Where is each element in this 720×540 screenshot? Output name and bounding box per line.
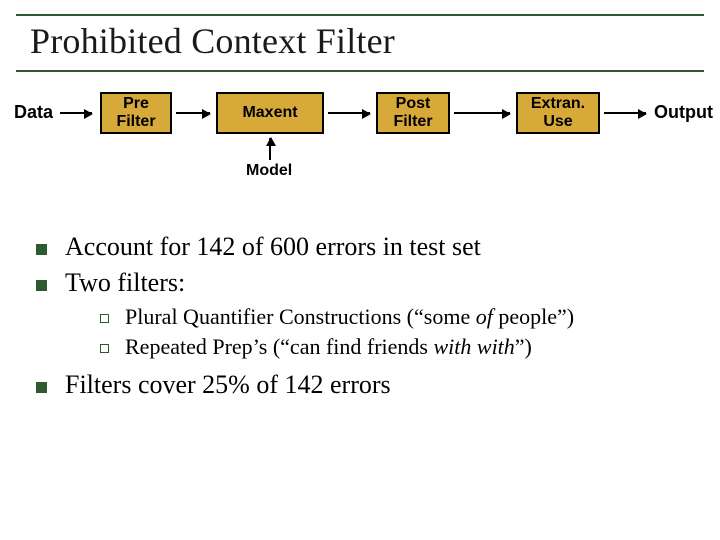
bullet-square-icon <box>36 280 47 291</box>
bullet-text: Account for 142 of 600 errors in test se… <box>65 232 481 262</box>
bullet-level2: Repeated Prep’s (“can find friends with … <box>100 334 708 360</box>
text-frag: ”) <box>515 334 532 359</box>
title-wrap: Prohibited Context Filter <box>16 14 704 72</box>
bullet-text: Two filters: <box>65 268 185 298</box>
bullet-hollow-square-icon <box>100 314 109 323</box>
bullet-list: Account for 142 of 600 errors in test se… <box>36 232 708 406</box>
text-frag: Repeated Prep’s (“can find friends <box>125 334 434 359</box>
pipeline-diagram: Data Pre Filter Maxent Post Filter Extra… <box>0 92 720 182</box>
slide-title: Prohibited Context Filter <box>16 14 704 72</box>
bullet-level2: Plural Quantifier Constructions (“some o… <box>100 304 708 330</box>
bullet-square-icon <box>36 244 47 255</box>
bullet-level1: Filters cover 25% of 142 errors <box>36 370 708 400</box>
text-frag: people”) <box>493 304 574 329</box>
data-label: Data <box>14 102 53 123</box>
bullet-level1: Account for 142 of 600 errors in test se… <box>36 232 708 262</box>
text-frag: Plural Quantifier Constructions (“some <box>125 304 476 329</box>
bullet-level1: Two filters: <box>36 268 708 298</box>
text-em: of <box>476 304 493 329</box>
arrow-prefilter-to-maxent <box>176 112 210 114</box>
model-label: Model <box>246 162 292 180</box>
extran-use-box: Extran. Use <box>516 92 600 134</box>
arrow-extran-to-output <box>604 112 646 114</box>
bullet-hollow-square-icon <box>100 344 109 353</box>
text-em: with with <box>434 334 515 359</box>
output-label: Output <box>654 102 713 123</box>
prefilter-box: Pre Filter <box>100 92 172 134</box>
maxent-box: Maxent <box>216 92 324 134</box>
bullet-square-icon <box>36 382 47 393</box>
bullet-text: Filters cover 25% of 142 errors <box>65 370 391 400</box>
arrow-model-to-maxent <box>269 138 271 160</box>
bullet-sublist: Plural Quantifier Constructions (“some o… <box>100 304 708 360</box>
bullet-text: Plural Quantifier Constructions (“some o… <box>125 304 574 330</box>
arrow-postfilter-to-extran <box>454 112 510 114</box>
arrow-data-to-prefilter <box>60 112 92 114</box>
postfilter-box: Post Filter <box>376 92 450 134</box>
bullet-text: Repeated Prep’s (“can find friends with … <box>125 334 532 360</box>
arrow-maxent-to-postfilter <box>328 112 370 114</box>
